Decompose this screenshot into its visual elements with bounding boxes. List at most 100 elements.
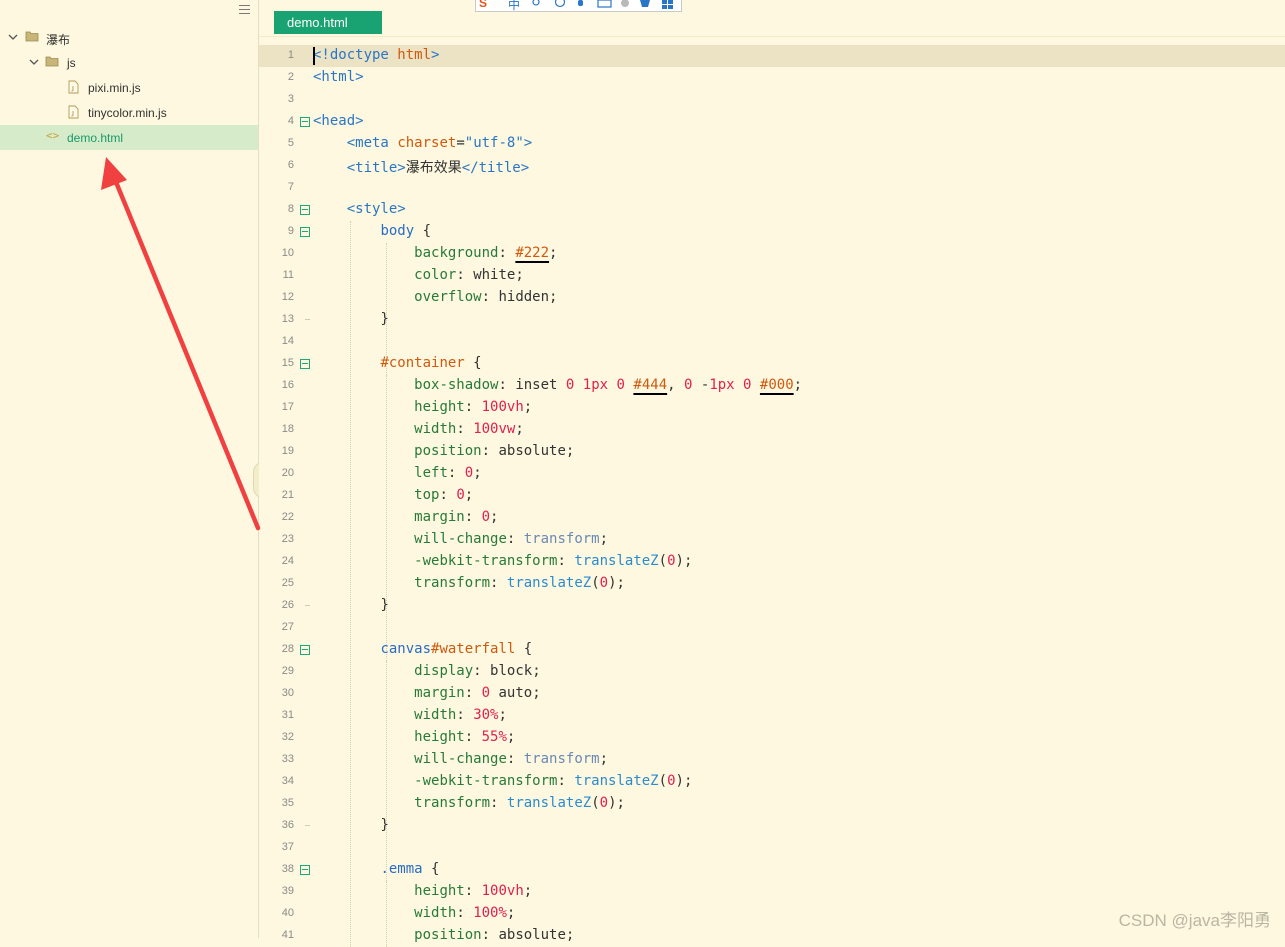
tree-item-folder-pubu[interactable]: 瀑布 xyxy=(0,25,258,50)
line-number: 23 xyxy=(281,533,294,545)
code-text: background: #222; xyxy=(414,245,558,261)
line-number: 41 xyxy=(281,929,294,941)
code-line[interactable]: 12 overflow: hidden; xyxy=(259,287,1285,309)
code-text: position: absolute; xyxy=(414,927,575,943)
code-line[interactable]: 32 height: 55%; xyxy=(259,727,1285,749)
line-number: 17 xyxy=(281,401,294,413)
code-line[interactable]: 20 left: 0; xyxy=(259,463,1285,485)
code-text: will-change: transform; xyxy=(414,751,609,767)
watermark: CSDN @java李阳勇 xyxy=(1118,911,1271,930)
code-text: display: block; xyxy=(414,663,541,679)
code-line[interactable]: 5 <meta charset="utf-8"> xyxy=(259,133,1285,155)
code-line[interactable]: 13 } xyxy=(259,309,1285,331)
code-line[interactable]: 19 position: absolute; xyxy=(259,441,1285,463)
code-line[interactable]: 16 box-shadow: inset 0 1px 0 #444, 0 -1p… xyxy=(259,375,1285,397)
line-number: 4 xyxy=(287,115,294,127)
code-text: <meta charset="utf-8"> xyxy=(346,135,533,151)
fold-toggle-icon[interactable] xyxy=(300,205,310,215)
code-line[interactable]: 7 xyxy=(259,177,1285,199)
menu-icon[interactable] xyxy=(239,5,250,15)
ime-mode-label[interactable]: 中 xyxy=(508,0,520,11)
line-number: 6 xyxy=(287,159,294,171)
code-line[interactable]: 18 width: 100vw; xyxy=(259,419,1285,441)
line-number: 30 xyxy=(281,687,294,699)
code-text: } xyxy=(380,597,389,613)
fold-toggle-icon[interactable] xyxy=(300,117,310,127)
code-area[interactable]: 1 <!doctype html> 2 <html> 3 4 <head> 5 <meta c… xyxy=(259,45,1285,947)
fold-toggle-icon[interactable] xyxy=(300,227,310,237)
code-line[interactable]: 29 display: block; xyxy=(259,661,1285,683)
fold-toggle-icon[interactable] xyxy=(300,359,310,369)
code-text: <!doctype html> xyxy=(313,47,440,63)
code-line[interactable]: 34 -webkit-transform: translateZ(0); xyxy=(259,771,1285,793)
code-line[interactable]: 6 <title>瀑布效果</title> xyxy=(259,155,1285,177)
code-line[interactable]: 26 } xyxy=(259,595,1285,617)
line-number: 36 xyxy=(281,819,294,831)
code-line[interactable]: 15 #container { xyxy=(259,353,1285,375)
tree-item-file-pixi[interactable]: pixi.min.js xyxy=(0,75,258,100)
code-line[interactable]: 37 xyxy=(259,837,1285,859)
code-line[interactable]: 4 <head> xyxy=(259,111,1285,133)
line-number: 29 xyxy=(281,665,294,677)
line-number: 31 xyxy=(281,709,294,721)
code-text: body { xyxy=(380,223,432,239)
tree-item-folder-js[interactable]: js xyxy=(0,50,258,75)
code-line[interactable]: 9 body { xyxy=(259,221,1285,243)
ime-tool-icons[interactable] xyxy=(528,0,678,11)
js-file-icon xyxy=(68,80,79,94)
line-number: 25 xyxy=(281,577,294,589)
code-line[interactable]: 2 <html> xyxy=(259,67,1285,89)
line-number: 7 xyxy=(287,181,294,193)
html-file-icon: <> xyxy=(46,129,60,142)
chevron-down-icon[interactable] xyxy=(29,57,39,67)
line-number: 2 xyxy=(287,71,294,83)
code-line[interactable]: 14 xyxy=(259,331,1285,353)
code-line[interactable]: 30 margin: 0 auto; xyxy=(259,683,1285,705)
fold-toggle-icon[interactable] xyxy=(300,645,310,655)
line-number: 33 xyxy=(281,753,294,765)
tab-demo-html[interactable]: demo.html xyxy=(274,11,382,34)
code-line[interactable]: 17 height: 100vh; xyxy=(259,397,1285,419)
code-line[interactable]: 11 color: white; xyxy=(259,265,1285,287)
code-text: top: 0; xyxy=(414,487,474,503)
code-text: width: 100vw; xyxy=(414,421,524,437)
line-number: 8 xyxy=(287,203,294,215)
code-line[interactable]: 28 canvas#waterfall { xyxy=(259,639,1285,661)
line-number: 13 xyxy=(281,313,294,325)
tree-item-label: tinycolor.min.js xyxy=(88,106,167,120)
line-number: 15 xyxy=(281,357,294,369)
code-line[interactable]: 23 will-change: transform; xyxy=(259,529,1285,551)
code-text: } xyxy=(380,817,389,833)
code-line[interactable]: 38 .emma { xyxy=(259,859,1285,881)
code-line[interactable]: 3 xyxy=(259,89,1285,111)
code-line[interactable]: 35 transform: translateZ(0); xyxy=(259,793,1285,815)
code-line[interactable]: 10 background: #222; xyxy=(259,243,1285,265)
code-line[interactable]: 36 } xyxy=(259,815,1285,837)
code-line[interactable]: 24 -webkit-transform: translateZ(0); xyxy=(259,551,1285,573)
code-editor[interactable]: demo.html S 中 1 <!doctype html> 2 <html> 3 4 <… xyxy=(259,0,1285,947)
line-number: 28 xyxy=(281,643,294,655)
line-number: 1 xyxy=(287,49,294,61)
code-line[interactable]: 25 transform: translateZ(0); xyxy=(259,573,1285,595)
code-line[interactable]: 22 margin: 0; xyxy=(259,507,1285,529)
js-file-icon xyxy=(68,105,79,119)
chevron-down-icon[interactable] xyxy=(8,32,18,42)
text-caret xyxy=(313,47,315,65)
code-text: width: 100%; xyxy=(414,905,516,921)
line-number: 21 xyxy=(281,489,294,501)
file-explorer-sidebar: 瀑布 js pixi.min.js tinycolor.min.js <> de… xyxy=(0,0,259,938)
code-line[interactable]: 31 width: 30%; xyxy=(259,705,1285,727)
code-line[interactable]: 21 top: 0; xyxy=(259,485,1285,507)
code-text: box-shadow: inset 0 1px 0 #444, 0 -1px 0… xyxy=(414,377,803,393)
tree-item-file-demo-html[interactable]: <> demo.html xyxy=(0,125,258,150)
code-text: <style> xyxy=(346,201,406,217)
code-text: <html> xyxy=(313,69,364,85)
code-line[interactable]: 8 <style> xyxy=(259,199,1285,221)
code-line[interactable]: 33 will-change: transform; xyxy=(259,749,1285,771)
code-line[interactable]: 27 xyxy=(259,617,1285,639)
tree-item-file-tinycolor[interactable]: tinycolor.min.js xyxy=(0,100,258,125)
code-line[interactable]: 1 <!doctype html> xyxy=(259,45,1285,67)
line-number: 39 xyxy=(281,885,294,897)
code-line[interactable]: 39 height: 100vh; xyxy=(259,881,1285,903)
fold-toggle-icon[interactable] xyxy=(300,865,310,875)
